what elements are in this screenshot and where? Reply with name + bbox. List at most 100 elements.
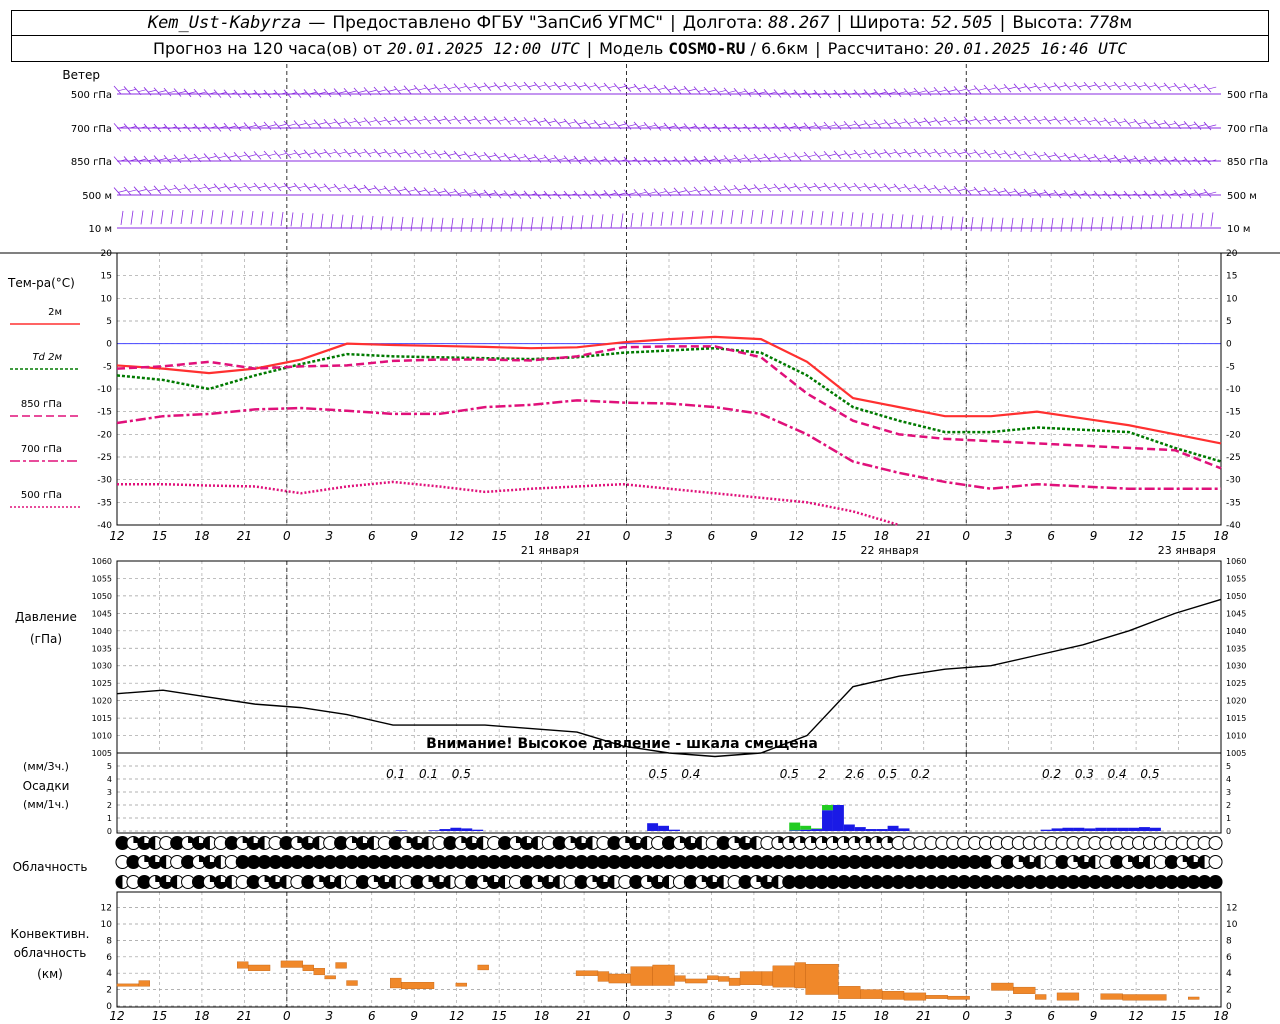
wind-barb-flag [568,121,577,125]
temp-x-tick: 0 [283,529,291,543]
precip-3h-total: 0.1 [386,767,405,781]
wind-barb [730,210,734,225]
wind-barb [703,186,712,195]
precip-tick-label-right: 2 [1226,801,1231,810]
wind-barb [353,117,362,127]
pressure-tick-label-right: 1030 [1226,662,1246,671]
wind-barb [473,151,482,161]
temp-x-tick: 6 [1047,529,1055,543]
wind-barb [773,89,782,98]
wind-barb [943,116,952,126]
pressure-tick-label: 1030 [92,662,112,671]
wind-barb [553,155,562,164]
wind-barb-flag [718,188,727,192]
wind-barb [353,87,362,97]
wind-barb [373,148,382,158]
temp-x-tick: 21 [237,529,252,543]
conv-x-tick: 21 [576,1009,591,1023]
wind-barb-flag [528,84,537,88]
wind-barb [610,213,614,228]
pressure-tick-label: 1010 [92,732,112,741]
wind-barb [933,117,942,126]
wind-barb-flag [938,187,947,191]
wind-barb [1123,155,1132,164]
wind-barb [203,89,212,98]
temp-legend-label: 500 гПа [21,490,62,501]
precip-bar-snow [789,822,801,831]
wind-barb [1200,212,1204,227]
precip-tick-label-right: 4 [1226,775,1231,784]
temp-x-tick: 0 [962,529,970,543]
wind-barb [343,184,352,193]
wind-barb [823,150,832,160]
wind-barb-flag [738,187,747,191]
wind-barb [313,119,322,128]
conv-bar [400,982,435,989]
wind-barb [493,189,502,199]
wind-barb [1040,217,1044,233]
temp-x-tick: 18 [874,529,890,543]
wind-barb-flag [828,185,837,189]
wind-barb [633,83,642,93]
wind-barb-flag [438,86,447,90]
wind-barb-flag [228,185,237,189]
wind-barb-flag [1038,85,1047,89]
wind-barb-flag [928,90,937,93]
wind-barb [913,148,922,158]
wind-barb-flag [968,119,977,122]
wind-barb-flag [1038,118,1047,122]
wind-barb-flag [578,158,587,162]
wind-barb-flag [958,188,967,192]
wind-barb [920,215,924,230]
wind-barb [830,211,834,226]
wind-barb [883,88,892,98]
cloud-title: Облачность [13,860,88,874]
temp-x-tick: 12 [449,529,464,543]
wind-barb [250,210,254,226]
wind-barb [240,210,244,225]
wind-barb [563,155,572,164]
wind-barb-flag [948,89,957,92]
wind-barb-flag [968,188,977,192]
conv-bar [1122,994,1167,1001]
wind-barb-flag [668,190,677,194]
wind-barb-flag [398,151,407,155]
wind-barb [453,115,462,125]
wind-barb-flag [858,123,867,126]
wind-barb [533,81,542,91]
wind-barb [973,116,982,125]
wind-barb [293,149,302,159]
precip-bar [669,829,680,831]
wind-barb-flag [448,86,457,90]
temp-x-tick: 3 [665,529,673,543]
day-label: 21 января [521,544,579,557]
wind-barb-flag [248,125,257,128]
wind-barb [893,118,902,128]
wind-barb-flag [388,119,397,123]
wind-barb [963,85,972,95]
wind-barb-flag [988,87,997,91]
wind-barb [993,149,1002,159]
wind-barb [503,82,512,91]
precip-bar [450,827,462,831]
wind-barb-flag [608,123,617,126]
pressure-warning: Внимание! Высокое давление - шкала смеще… [426,736,818,752]
conv-x-tick: 6 [1047,1009,1055,1023]
conv-bar [116,983,140,987]
wind-barb [1143,119,1152,128]
wind-barb [1043,115,1052,125]
wind-barb [113,123,122,132]
wind-level-label-right: 850 гПа [1227,157,1268,168]
temp-tick-label-right: 5 [1226,317,1232,327]
wind-barb [843,150,852,159]
wind-barb-flag [358,151,367,155]
wind-barb-flag [258,185,267,189]
wind-barb-flag [398,88,407,92]
wind-barb-flag [1098,156,1107,160]
wind-barb [1113,154,1122,164]
wind-barb [813,122,822,131]
wind-barb [493,82,502,91]
wind-barb [113,187,122,196]
temp-x-tick: 0 [623,529,631,543]
wind-barb [1110,216,1114,231]
